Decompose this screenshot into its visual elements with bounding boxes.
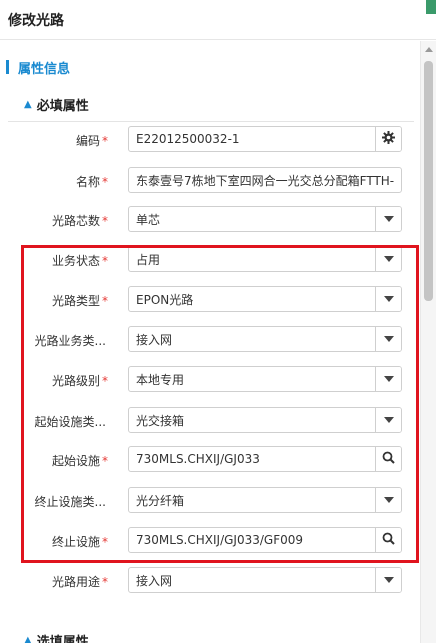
field-value[interactable]: 接入网 [129,572,375,589]
gear-icon[interactable] [382,131,395,147]
field-label-text: 名称 [75,175,100,189]
scroll-up-arrow-icon[interactable] [425,47,433,52]
field-value[interactable]: 单芯 [129,211,375,228]
scrollbar-thumb[interactable] [424,61,433,301]
section-header: 属性信息 [6,59,71,77]
section-title: 属性信息 [18,61,71,77]
field-label: 编码 * [76,132,108,149]
optional-group-header[interactable]: ▲ 选填属性 [24,631,89,643]
vertical-scrollbar[interactable] [420,41,436,643]
required-marker: * [102,175,108,189]
required-group-title: 必填属性 [36,98,89,114]
select-field[interactable]: 接入网 [128,567,402,593]
field-label: 光路用途 * [52,573,108,590]
select-field[interactable]: 单芯 [128,206,402,232]
field-label-text: 光路芯数 [51,214,100,228]
text-field[interactable]: E22012500032-1 [128,126,402,152]
required-marker: * [102,134,108,148]
form-row: 光路用途 * 接入网 [0,566,420,596]
field-label: 名称 * [76,173,108,190]
dropdown-button[interactable] [375,207,401,231]
required-marker: * [102,214,108,228]
dialog-titlebar: 修改光路 [0,0,436,40]
required-marker: * [102,575,108,589]
group-divider [8,121,414,122]
field-value[interactable]: 东泰壹号7栋地下室四网合一光交总分配箱FTTH- [129,172,401,189]
window-corner-marker [426,0,436,14]
gear-button[interactable] [375,127,401,151]
dropdown-button[interactable] [375,568,401,592]
required-group-header[interactable]: ▲ 必填属性 [24,95,89,114]
highlight-annotation-box [21,245,419,563]
field-label: 光路芯数 * [52,212,108,229]
dropdown-icon[interactable] [383,216,394,222]
field-label-text: 光路用途 [51,575,100,589]
text-field[interactable]: 东泰壹号7栋地下室四网合一光交总分配箱FTTH- [128,167,402,193]
dropdown-icon[interactable] [383,577,394,583]
dialog-title: 修改光路 [8,13,64,29]
field-label-text: 编码 [75,134,100,148]
field-value[interactable]: E22012500032-1 [129,132,375,146]
form-row: 编码 * E22012500032-1 [0,125,420,155]
form-row: 光路芯数 * 单芯 [0,205,420,235]
optional-group-title: 选填属性 [36,635,89,643]
collapse-triangle-icon[interactable]: ▲ [24,635,32,643]
section-accent-bar [6,60,9,74]
collapse-triangle-icon[interactable]: ▲ [24,99,32,110]
form-row: 名称 * 东泰壹号7栋地下室四网合一光交总分配箱FTTH- [0,166,420,196]
